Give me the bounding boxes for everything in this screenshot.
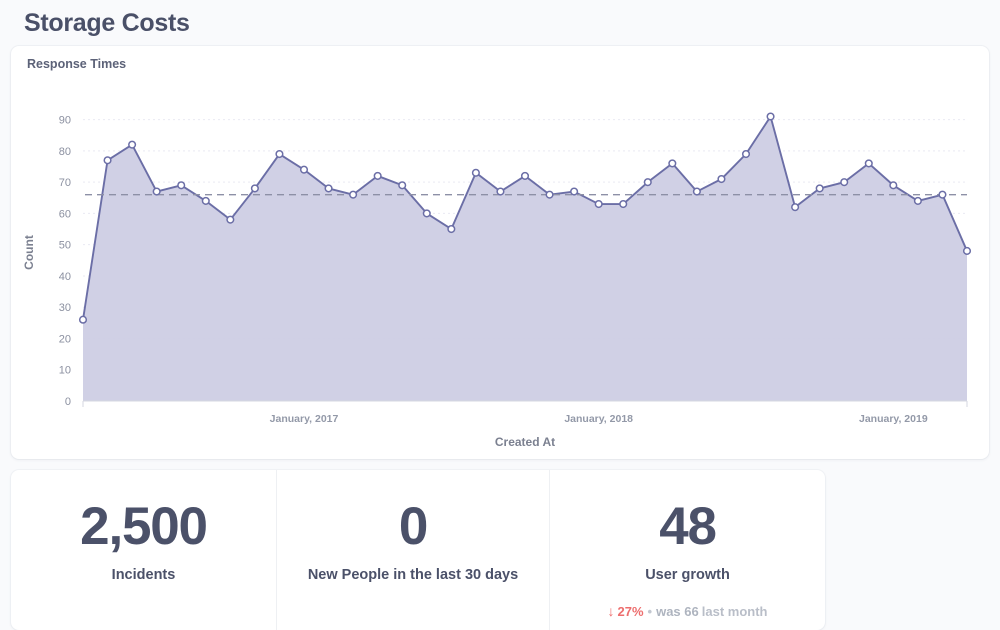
status-badge: ↓ 27% • was 66 last month bbox=[550, 603, 825, 619]
stat-label: User growth bbox=[645, 567, 730, 583]
svg-text:80: 80 bbox=[59, 146, 71, 158]
trend-period: last month bbox=[701, 604, 768, 619]
stat-card-incidents[interactable]: 2,500 Incidents bbox=[11, 470, 276, 630]
stat-label: Incidents bbox=[111, 567, 176, 583]
chart-x-axis-ticks: January, 2017 January, 2018 January, 2019 bbox=[270, 413, 928, 425]
chart-y-axis-ticks: 0 10 20 30 40 50 60 70 80 90 bbox=[59, 115, 71, 408]
chart-x-axis-title: Created At bbox=[495, 435, 555, 449]
svg-text:January, 2018: January, 2018 bbox=[564, 413, 633, 425]
dashboard-page: Storage Costs Response Times 0 10 20 30 40 50… bbox=[0, 0, 1000, 630]
svg-text:10: 10 bbox=[59, 365, 71, 377]
svg-text:20: 20 bbox=[59, 333, 71, 345]
svg-text:50: 50 bbox=[59, 240, 71, 252]
svg-text:0: 0 bbox=[65, 396, 71, 408]
svg-text:60: 60 bbox=[59, 208, 71, 220]
stat-label: New People in the last 30 days bbox=[307, 567, 519, 583]
stat-value: 2,500 bbox=[80, 497, 208, 556]
chart-axis-lines bbox=[82, 400, 968, 407]
chart-card: Response Times 0 10 20 30 40 50 60 70 80 90 Janua… bbox=[11, 46, 989, 459]
area-chart-svg: 0102030405060708090 January, 2017 January… bbox=[22, 112, 972, 449]
stat-card-new-people[interactable]: 0 New People in the last 30 days bbox=[276, 470, 549, 630]
svg-text:40: 40 bbox=[59, 271, 71, 283]
chart-y-axis-title: Count bbox=[22, 235, 36, 270]
stat-value: 0 bbox=[398, 497, 428, 556]
svg-text:January, 2017: January, 2017 bbox=[270, 413, 339, 425]
svg-text:90: 90 bbox=[59, 115, 71, 127]
chart-area-fill bbox=[83, 116, 967, 401]
trend-percent: 27% bbox=[617, 604, 644, 619]
stat-value: 48 bbox=[659, 497, 717, 556]
area-chart[interactable]: 0 10 20 30 40 50 60 70 80 90 January, 2017 January… bbox=[11, 76, 989, 459]
trend-separator-dot: • bbox=[647, 604, 653, 619]
page-title: Storage Costs bbox=[24, 9, 190, 37]
chart-heading: Response Times bbox=[27, 57, 127, 71]
stat-card-user-growth[interactable]: 48 User growth ↓ 27% • was 66 last month bbox=[549, 470, 825, 630]
svg-text:January, 2019: January, 2019 bbox=[859, 413, 928, 425]
trend-previous-value: was 66 bbox=[656, 604, 699, 619]
stat-card-row: 2,500 Incidents 0 New People in the last… bbox=[11, 470, 825, 630]
svg-text:70: 70 bbox=[59, 177, 71, 189]
svg-text:30: 30 bbox=[59, 302, 71, 314]
arrow-down-icon: ↓ bbox=[607, 603, 615, 619]
